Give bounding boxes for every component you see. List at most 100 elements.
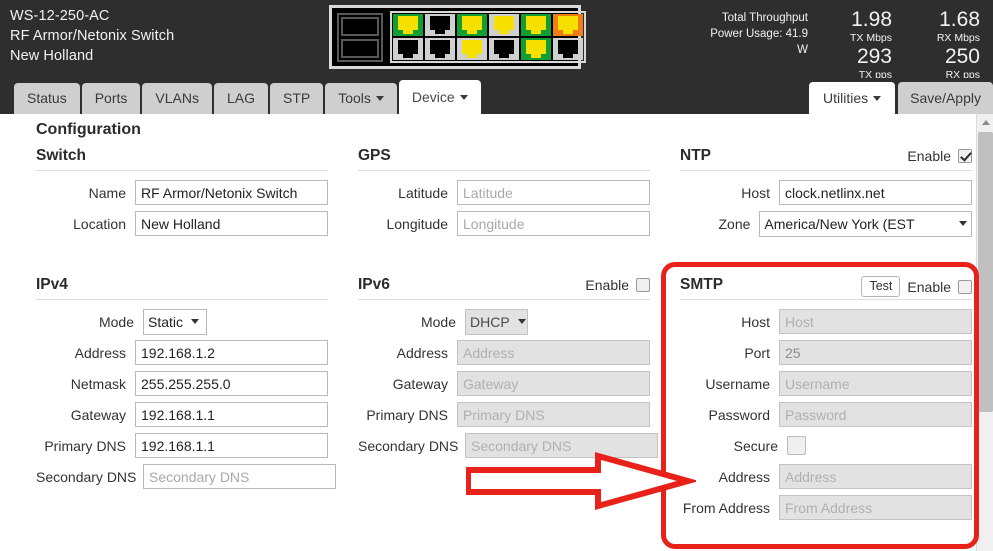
ethernet-port[interactable] (393, 38, 423, 60)
ethernet-port[interactable] (457, 14, 487, 36)
ipv4-netmask-input[interactable] (135, 371, 328, 396)
sfp-port[interactable] (341, 39, 379, 58)
smtp-password-input[interactable] (779, 402, 972, 427)
tab-label: VLANs (155, 90, 199, 106)
triangle-up-icon (982, 120, 990, 125)
smtp-username-input[interactable] (779, 371, 972, 396)
ipv4-primary-dns-label: Primary DNS (36, 438, 135, 454)
smtp-host-input[interactable] (779, 309, 972, 334)
smtp-secure-checkbox[interactable] (787, 436, 806, 455)
ethernet-port-column (393, 14, 423, 60)
gps-longitude-input[interactable] (457, 211, 650, 236)
ipv4-address-input[interactable] (135, 340, 328, 365)
ipv4-address-row: Address (36, 340, 328, 365)
ethernet-port[interactable] (489, 14, 519, 36)
ntp-zone-select[interactable]: America/New York (EST (759, 211, 972, 237)
ethernet-port[interactable] (393, 14, 423, 36)
ipv6-panel-header: IPv6 Enable (358, 276, 650, 300)
navigation-bar: Status Ports VLANs LAG STP ToolsDevice Utilit… (0, 78, 993, 114)
smtp-panel: SMTP Test Enable Host Port (680, 276, 972, 526)
switch-location-input[interactable] (135, 211, 328, 236)
ipv6-primary-dns-label: Primary DNS (358, 407, 457, 423)
tx-mbps-label: TX Mbps (808, 31, 892, 45)
ntp-enable-checkbox[interactable] (958, 149, 972, 163)
ipv6-gateway-input[interactable] (457, 371, 650, 396)
rj45-jack-icon (462, 40, 482, 58)
ipv4-primary-dns-input[interactable] (135, 433, 328, 458)
ipv4-secondary-dns-row: Secondary DNS (36, 464, 328, 489)
smtp-secure-label: Secure (680, 438, 787, 454)
gps-latitude-row: Latitude (358, 180, 650, 205)
tab-vlans[interactable]: VLANs (142, 83, 212, 114)
ipv6-enable-checkbox[interactable] (636, 278, 650, 292)
tab-label: LAG (227, 90, 255, 106)
tab-stp[interactable]: STP (270, 83, 323, 114)
ipv4-netmask-row: Netmask (36, 371, 328, 396)
ntp-zone-row: Zone America/New York (EST (680, 211, 972, 236)
tab-label: STP (283, 90, 310, 106)
ipv4-address-label: Address (36, 345, 135, 361)
tab-device[interactable]: Device (399, 80, 481, 114)
smtp-enable-checkbox[interactable] (958, 280, 972, 294)
rj45-jack-icon (398, 16, 418, 34)
smtp-username-row: Username (680, 371, 972, 396)
ipv6-primary-dns-input[interactable] (457, 402, 650, 427)
ipv4-panel-title: IPv4 (36, 276, 328, 294)
save-apply-button[interactable]: Save/Apply (898, 82, 993, 114)
smtp-port-input[interactable] (779, 340, 972, 365)
gps-longitude-label: Longitude (358, 216, 457, 232)
ipv6-gateway-row: Gateway (358, 371, 650, 396)
tab-label: Ports (95, 90, 128, 106)
ntp-host-input[interactable] (779, 180, 972, 205)
ipv6-secondary-dns-input[interactable] (465, 433, 658, 458)
ipv6-address-input[interactable] (457, 340, 650, 365)
sfp-port[interactable] (341, 17, 379, 36)
tab-ports[interactable]: Ports (82, 83, 141, 114)
smtp-test-button[interactable]: Test (861, 276, 900, 297)
ipv4-secondary-dns-input[interactable] (143, 464, 336, 489)
tab-lag[interactable]: LAG (214, 83, 268, 114)
ethernet-port[interactable] (457, 38, 487, 60)
smtp-from-address-row: From Address (680, 495, 972, 520)
content-scrollbar[interactable] (976, 114, 993, 551)
ethernet-port[interactable] (521, 38, 551, 60)
ethernet-port[interactable] (521, 14, 551, 36)
smtp-from-address-input[interactable] (779, 495, 972, 520)
ipv4-panel: IPv4 Mode Static Address Netma (36, 276, 328, 495)
ipv6-enable-label: Enable (585, 276, 629, 294)
ipv6-mode-row: Mode DHCP (358, 309, 650, 334)
ethernet-port[interactable] (425, 38, 455, 60)
ntp-host-label: Host (680, 185, 779, 201)
rj45-jack-icon (430, 40, 450, 58)
ipv6-primary-dns-row: Primary DNS (358, 402, 650, 427)
tab-tools[interactable]: Tools (325, 83, 397, 114)
ipv4-mode-select[interactable]: Static (143, 309, 207, 335)
ipv4-gateway-input[interactable] (135, 402, 328, 427)
ethernet-port[interactable] (553, 14, 583, 36)
ipv6-mode-select[interactable]: DHCP (465, 309, 528, 335)
ipv6-mode-value: DHCP (470, 314, 510, 330)
switch-name-row: Name (36, 180, 328, 205)
utilities-button[interactable]: Utilities (809, 82, 895, 114)
switch-panel-title: Switch (36, 147, 328, 165)
gps-panel: GPS Latitude Longitude (358, 147, 650, 242)
smtp-address-input[interactable] (779, 464, 972, 489)
rj45-jack-icon (430, 16, 450, 34)
ipv4-mode-row: Mode Static (36, 309, 328, 334)
scrollbar-thumb[interactable] (978, 132, 993, 412)
nav-tabs: Status Ports VLANs LAG STP ToolsDevice (14, 80, 481, 114)
tab-status[interactable]: Status (14, 83, 80, 114)
scroll-up-button[interactable] (977, 114, 993, 131)
ethernet-port[interactable] (489, 38, 519, 60)
ipv4-primary-dns-row: Primary DNS (36, 433, 328, 458)
gps-latitude-input[interactable] (457, 180, 650, 205)
netonix-switch-ui: WS-12-250-AC RF Armor/Netonix Switch New… (0, 0, 993, 551)
smtp-host-label: Host (680, 314, 779, 330)
switch-name-input[interactable] (135, 180, 328, 205)
ntp-host-row: Host (680, 180, 972, 205)
ntp-panel: NTP Enable Host Zone America/New York (680, 147, 972, 242)
ethernet-port[interactable] (425, 14, 455, 36)
smtp-from-address-label: From Address (680, 500, 779, 516)
gps-latitude-label: Latitude (358, 185, 457, 201)
ethernet-port[interactable] (553, 38, 583, 60)
